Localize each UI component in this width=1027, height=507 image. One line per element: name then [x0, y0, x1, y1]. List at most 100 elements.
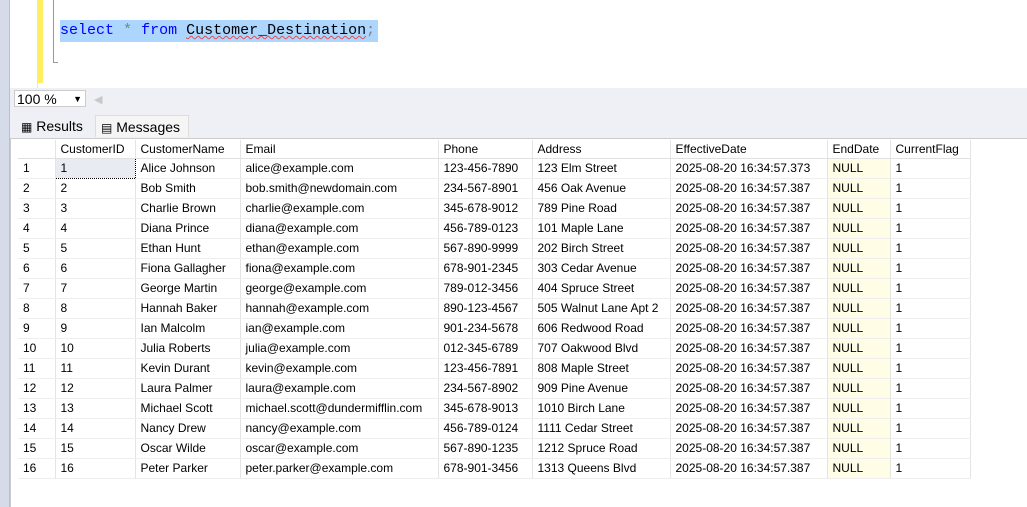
table-cell[interactable]: NULL [827, 298, 891, 319]
table-cell[interactable]: Laura Palmer [135, 378, 241, 399]
table-cell[interactable]: NULL [827, 358, 891, 379]
row-number[interactable]: 13 [18, 398, 56, 419]
table-cell[interactable]: 567-890-1235 [438, 438, 533, 459]
table-row[interactable]: 7 7 George Martin george@example.com 789-012… [18, 278, 971, 299]
table-cell[interactable]: 2025-08-20 16:34:57.387 [670, 258, 828, 279]
column-header[interactable]: Phone [438, 140, 533, 159]
table-cell[interactable]: George Martin [135, 278, 241, 299]
table-row[interactable]: 4 4 Diana Prince diana@example.com 456-789-0… [18, 218, 971, 239]
table-cell[interactable]: laura@example.com [240, 378, 439, 399]
table-cell[interactable]: NULL [827, 218, 891, 239]
row-number[interactable]: 8 [18, 298, 56, 319]
table-cell[interactable]: NULL [827, 418, 891, 439]
query-editor[interactable] [44, 0, 1027, 88]
table-cell[interactable]: NULL [827, 158, 891, 179]
table-cell[interactable]: 123-456-7891 [438, 358, 533, 379]
table-row[interactable]: 8 8 Hannah Baker hannah@example.com 890-123-… [18, 298, 971, 319]
table-cell[interactable]: 1010 Birch Lane [532, 398, 671, 419]
table-cell[interactable]: Fiona Gallagher [135, 258, 241, 279]
table-cell[interactable]: 10 [55, 338, 136, 359]
table-cell[interactable]: Kevin Durant [135, 358, 241, 379]
column-header[interactable]: CurrentFlag [890, 140, 971, 159]
row-number[interactable]: 15 [18, 438, 56, 459]
table-cell[interactable]: NULL [827, 178, 891, 199]
table-cell[interactable]: 2025-08-20 16:34:57.387 [670, 318, 828, 339]
table-cell[interactable]: Peter Parker [135, 458, 241, 479]
table-cell[interactable]: 234-567-8902 [438, 378, 533, 399]
column-header[interactable]: CustomerID [55, 140, 136, 159]
table-cell[interactable]: hannah@example.com [240, 298, 439, 319]
row-number[interactable]: 9 [18, 318, 56, 339]
table-cell[interactable]: 9 [55, 318, 136, 339]
table-cell[interactable]: 15 [55, 438, 136, 459]
table-cell[interactable]: 808 Maple Street [532, 358, 671, 379]
table-cell[interactable]: nancy@example.com [240, 418, 439, 439]
table-cell[interactable]: 14 [55, 418, 136, 439]
table-cell[interactable]: Ian Malcolm [135, 318, 241, 339]
row-number[interactable]: 10 [18, 338, 56, 359]
table-row[interactable]: 11 11 Kevin Durant kevin@example.com 123-456… [18, 358, 971, 379]
table-cell[interactable]: NULL [827, 438, 891, 459]
table-cell[interactable]: charlie@example.com [240, 198, 439, 219]
table-cell[interactable]: 2025-08-20 16:34:57.387 [670, 398, 828, 419]
column-header[interactable]: CustomerName [135, 140, 241, 159]
table-cell[interactable]: 012-345-6789 [438, 338, 533, 359]
table-cell[interactable]: 606 Redwood Road [532, 318, 671, 339]
column-header[interactable]: Email [240, 140, 439, 159]
table-cell[interactable]: Charlie Brown [135, 198, 241, 219]
table-cell[interactable]: 303 Cedar Avenue [532, 258, 671, 279]
table-cell[interactable]: 2025-08-20 16:34:57.387 [670, 438, 828, 459]
table-cell[interactable]: Hannah Baker [135, 298, 241, 319]
table-cell[interactable]: 345-678-9012 [438, 198, 533, 219]
table-cell[interactable]: 234-567-8901 [438, 178, 533, 199]
table-cell[interactable]: 2025-08-20 16:34:57.387 [670, 418, 828, 439]
table-row[interactable]: 3 3 Charlie Brown charlie@example.com 345-67… [18, 198, 971, 219]
table-cell[interactable]: 1 [890, 338, 971, 359]
table-cell[interactable]: 707 Oakwood Blvd [532, 338, 671, 359]
row-number[interactable]: 6 [18, 258, 56, 279]
table-cell[interactable]: julia@example.com [240, 338, 439, 359]
table-cell[interactable]: 2025-08-20 16:34:57.373 [670, 158, 828, 179]
table-row[interactable]: 9 9 Ian Malcolm ian@example.com 901-234-5678… [18, 318, 971, 339]
table-cell[interactable]: 7 [55, 278, 136, 299]
row-number[interactable]: 12 [18, 378, 56, 399]
scroll-left-icon[interactable]: ◀ [94, 93, 102, 106]
table-cell[interactable]: NULL [827, 338, 891, 359]
row-number[interactable]: 4 [18, 218, 56, 239]
table-cell[interactable]: 3 [55, 198, 136, 219]
table-cell[interactable]: 2025-08-20 16:34:57.387 [670, 218, 828, 239]
table-cell[interactable]: 456 Oak Avenue [532, 178, 671, 199]
table-cell[interactable]: michael.scott@dundermifflin.com [240, 398, 439, 419]
table-cell[interactable]: diana@example.com [240, 218, 439, 239]
row-number[interactable]: 1 [18, 158, 56, 179]
table-cell[interactable]: 101 Maple Lane [532, 218, 671, 239]
table-cell[interactable]: Oscar Wilde [135, 438, 241, 459]
tab-results[interactable]: ▦ Results [16, 115, 94, 137]
table-cell[interactable]: 678-901-3456 [438, 458, 533, 479]
table-cell[interactable]: NULL [827, 258, 891, 279]
table-cell[interactable]: 2025-08-20 16:34:57.387 [670, 278, 828, 299]
table-cell[interactable]: 1 [890, 178, 971, 199]
table-cell[interactable]: 567-890-9999 [438, 238, 533, 259]
table-cell[interactable]: NULL [827, 378, 891, 399]
table-cell[interactable]: 2025-08-20 16:34:57.387 [670, 458, 828, 479]
table-cell[interactable]: bob.smith@newdomain.com [240, 178, 439, 199]
table-cell[interactable]: 1 [890, 458, 971, 479]
table-cell[interactable]: NULL [827, 458, 891, 479]
table-cell[interactable]: 1 [890, 378, 971, 399]
table-cell[interactable]: NULL [827, 278, 891, 299]
table-cell[interactable]: 12 [55, 378, 136, 399]
table-row[interactable]: 6 6 Fiona Gallagher fiona@example.com 678-90… [18, 258, 971, 279]
zoom-select[interactable]: 100 % ▼ [14, 90, 86, 107]
row-number[interactable]: 5 [18, 238, 56, 259]
table-cell[interactable]: 789 Pine Road [532, 198, 671, 219]
table-cell[interactable]: 1 [890, 218, 971, 239]
table-cell[interactable]: 2025-08-20 16:34:57.387 [670, 198, 828, 219]
table-cell[interactable]: 1 [890, 438, 971, 459]
row-number[interactable]: 7 [18, 278, 56, 299]
table-row[interactable]: 10 10 Julia Roberts julia@example.com 012-34… [18, 338, 971, 359]
table-cell[interactable]: george@example.com [240, 278, 439, 299]
table-row[interactable]: 1 1 Alice Johnson alice@example.com 123-456-… [18, 157, 971, 179]
query-text[interactable]: select * from Customer_Destination; [60, 20, 379, 42]
table-cell[interactable]: 1 [890, 398, 971, 419]
